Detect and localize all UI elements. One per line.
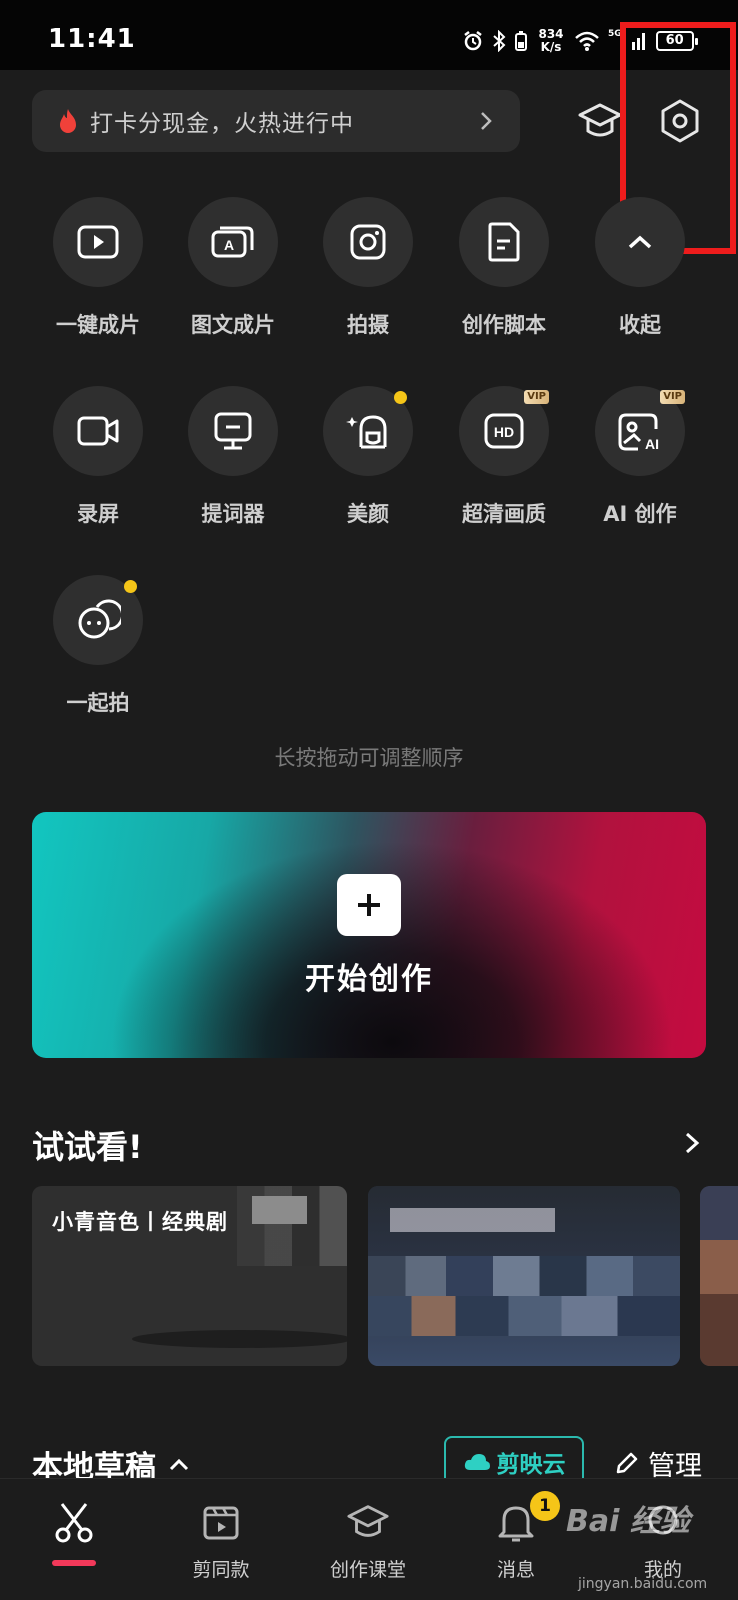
svg-text:A: A [224, 237, 234, 253]
active-tab-indicator [52, 1560, 96, 1566]
chevron-up-icon [169, 1458, 189, 1470]
cloud-icon [464, 1454, 490, 1470]
tool-teleprompter[interactable]: 提词器 [173, 386, 293, 528]
tool-label: 提词器 [201, 502, 265, 526]
play-video-icon [77, 225, 119, 259]
watermark-url: jingyan.baidu.com [578, 1576, 708, 1592]
nav-edit[interactable] [14, 1495, 134, 1555]
pixelated-thumbnail [368, 1186, 680, 1366]
graduation-cap-icon [347, 1505, 389, 1537]
chevron-right-icon [481, 112, 492, 130]
try-card-voice[interactable]: 小青音色丨经典剧 [32, 1186, 347, 1366]
tool-label: 美颜 [347, 502, 389, 526]
new-dot [124, 580, 137, 593]
plus-icon [337, 874, 401, 936]
tool-label: 录屏 [77, 502, 119, 526]
tool-label: 超清画质 [462, 502, 546, 526]
card-shadow [132, 1330, 347, 1348]
try-card-title: 小青音色丨经典剧 [52, 1210, 228, 1234]
tool-hd-quality[interactable]: VIP HD 超清画质 [444, 386, 564, 528]
screen-record-icon [77, 416, 119, 446]
chevron-up-icon [628, 235, 652, 249]
alarm-icon [464, 31, 482, 51]
tool-creative-script[interactable]: 创作脚本 [444, 197, 564, 339]
tool-label: 创作脚本 [462, 313, 546, 337]
fire-icon [60, 109, 76, 133]
promo-banner[interactable]: 打卡分现金，火热进行中 [32, 90, 520, 152]
status-time: 11:41 [48, 24, 136, 54]
try-card-video[interactable] [368, 1186, 680, 1366]
manage-label: 管理 [648, 1450, 702, 1482]
tool-shoot-together[interactable]: 一起拍 [38, 575, 158, 717]
nav-label: 创作课堂 [329, 1559, 406, 1581]
tool-screen-record[interactable]: 录屏 [38, 386, 158, 528]
nav-label: 剪同款 [192, 1559, 250, 1581]
tool-label: 一键成片 [56, 313, 140, 337]
hd-icon: HD [484, 413, 524, 449]
pencil-icon [616, 1452, 638, 1474]
tool-text-to-video[interactable]: A 图文成片 [173, 197, 293, 339]
tool-shoot[interactable]: 拍摄 [308, 197, 428, 339]
nav-templates[interactable]: 剪同款 [161, 1495, 281, 1582]
text-to-video-icon: A [211, 226, 254, 258]
vip-badge: VIP [660, 390, 685, 404]
tool-beauty[interactable]: 美颜 [308, 386, 428, 528]
nav-label: 消息 [496, 1559, 535, 1581]
new-dot [394, 391, 407, 404]
vibrate-battery-icon [515, 31, 527, 51]
try-section-title: 试试看! [32, 1128, 143, 1166]
tool-ai-create[interactable]: VIP AI AI 创作 [580, 386, 700, 528]
start-creating-button[interactable]: 开始创作 [32, 812, 706, 1058]
tool-label: 图文成片 [191, 313, 275, 337]
graduation-cap-icon [578, 103, 622, 137]
scissors-icon [55, 1503, 93, 1543]
start-creating-label: 开始创作 [305, 962, 433, 997]
svg-text:HD: HD [494, 424, 514, 440]
promo-text: 打卡分现金，火热进行中 [90, 111, 354, 137]
shoot-together-icon [78, 599, 121, 639]
cloud-label: 剪映云 [496, 1452, 566, 1478]
nav-messages[interactable]: 1 消息 [456, 1491, 576, 1582]
svg-text:AI: AI [645, 436, 659, 452]
try-card-next[interactable] [700, 1186, 738, 1366]
nav-classroom[interactable]: 创作课堂 [308, 1495, 428, 1582]
teleprompter-icon [214, 412, 252, 450]
script-document-icon [488, 222, 520, 262]
pixelated-thumbnail [700, 1186, 738, 1366]
tool-collapse[interactable]: 收起 [580, 197, 700, 339]
ai-create-icon: AI [618, 413, 659, 452]
tool-label: AI 创作 [603, 502, 677, 526]
tool-label: 一起拍 [66, 691, 130, 715]
tool-one-click-video[interactable]: 一键成片 [38, 197, 158, 339]
camera-icon [350, 224, 386, 260]
unread-badge: 1 [530, 1491, 560, 1521]
tool-label: 拍摄 [347, 313, 389, 337]
net-speed: 834 K/s [538, 27, 564, 54]
pixelated-overlay [252, 1196, 307, 1224]
vip-badge: VIP [524, 390, 549, 404]
template-clapper-icon [203, 1506, 239, 1540]
watermark-logo: Bai 经验 [566, 1504, 690, 1539]
tool-label: 收起 [619, 313, 661, 337]
wifi-icon [575, 31, 599, 51]
chevron-right-icon[interactable] [680, 1128, 704, 1158]
bluetooth-icon [493, 30, 506, 52]
reorder-hint: 长按拖动可调整顺序 [274, 746, 464, 770]
beauty-icon [346, 415, 387, 449]
